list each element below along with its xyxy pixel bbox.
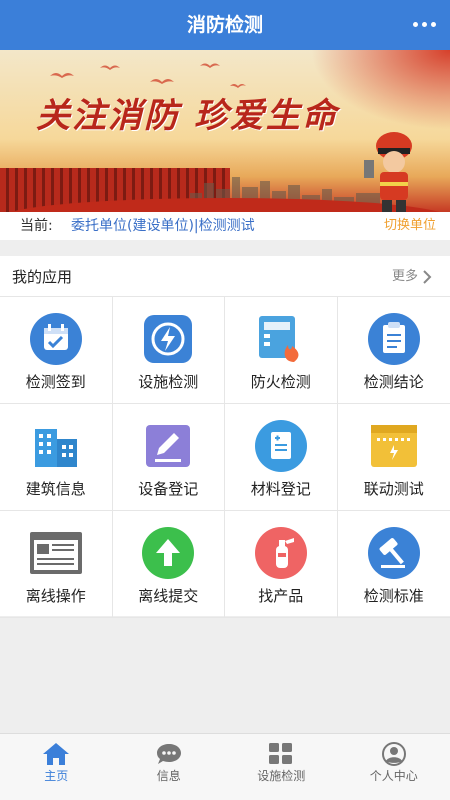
app-label: 检测标准 (363, 587, 424, 605)
app-label: 材料登记 (250, 480, 311, 498)
control-panel-icon (366, 420, 422, 472)
clipboard-icon (366, 313, 422, 365)
current-unit-bar: 当前: 委托单位(建设单位)|检测测试 切换单位 (0, 212, 450, 240)
bottom-tab-bar: 主页 信息 设施检测 个人中心 (0, 733, 450, 800)
app-label: 设备登记 (138, 480, 199, 498)
tab-home[interactable]: 主页 (0, 734, 113, 800)
promo-banner[interactable]: 关注消防 珍爱生命 (0, 50, 450, 212)
app-header: 消防检测 (0, 0, 450, 50)
app-item-device-register[interactable]: 设备登记 (112, 404, 225, 511)
app-item-building-info[interactable]: 建筑信息 (0, 404, 113, 511)
firefighter-mascot-icon (364, 132, 412, 212)
gavel-icon (366, 527, 422, 579)
fire-panel-icon (253, 313, 309, 365)
browser-window-icon (28, 527, 84, 579)
building-icon (28, 420, 84, 472)
app-label: 离线提交 (138, 587, 199, 605)
tab-label: 个人中心 (369, 769, 418, 783)
app-item-conclusion[interactable]: 检测结论 (337, 297, 450, 404)
tab-label: 主页 (44, 769, 69, 783)
app-item-offline-operation[interactable]: 离线操作 (0, 511, 113, 618)
chat-bubble-icon (156, 744, 181, 764)
app-item-offline-submit[interactable]: 离线提交 (112, 511, 225, 618)
app-label: 检测签到 (25, 373, 86, 391)
app-label: 找产品 (258, 587, 304, 605)
apps-grid: 检测签到 设施检测 防火检测 检测结论 建筑信息 设备登记 材料登记 联动测试 … (0, 296, 450, 618)
tab-facility-check[interactable]: 设施检测 (225, 734, 338, 800)
switch-unit-button[interactable]: 切换单位 (384, 212, 436, 240)
pencil-edit-icon (140, 420, 196, 472)
page-title: 消防检测 (186, 14, 263, 36)
app-item-standards[interactable]: 检测标准 (337, 511, 450, 618)
more-apps-label: 更多 (391, 269, 418, 284)
upload-arrow-icon (140, 527, 196, 579)
app-item-find-product[interactable]: 找产品 (225, 511, 338, 618)
banner-slogan: 关注消防 珍爱生命 (36, 96, 338, 136)
document-add-icon (253, 420, 309, 472)
app-label: 联动测试 (363, 480, 424, 498)
fire-extinguisher-icon (253, 527, 309, 579)
tab-label: 设施检测 (257, 769, 306, 783)
more-dots-icon[interactable] (413, 22, 436, 27)
calendar-check-icon (28, 313, 84, 365)
more-apps-link[interactable]: 更多 (392, 256, 432, 298)
app-label: 设施检测 (138, 373, 199, 391)
apps-title: 我的应用 (12, 268, 73, 286)
apps-header: 我的应用 更多 (0, 256, 450, 296)
current-label: 当前: (20, 218, 53, 234)
app-item-fire-check[interactable]: 防火检测 (225, 297, 338, 404)
tab-messages[interactable]: 信息 (113, 734, 226, 800)
chevron-right-icon (423, 270, 432, 284)
app-item-check-in[interactable]: 检测签到 (0, 297, 113, 404)
app-item-material-register[interactable]: 材料登记 (225, 404, 338, 511)
current-unit-name[interactable]: 委托单位(建设单位)|检测测试 (71, 212, 255, 240)
my-apps-section: 我的应用 更多 检测签到 设施检测 防火检测 检测结论 建筑信息 设备登记 材料… (0, 256, 450, 618)
tab-label: 信息 (156, 769, 181, 783)
app-label: 建筑信息 (25, 480, 86, 498)
app-label: 离线操作 (25, 587, 86, 605)
home-icon (43, 743, 70, 765)
app-label: 防火检测 (250, 373, 311, 391)
grid-icon (269, 743, 293, 764)
app-item-facility-check[interactable]: 设施检测 (112, 297, 225, 404)
tab-profile[interactable]: 个人中心 (338, 734, 450, 800)
lightning-icon (140, 313, 196, 365)
user-icon (381, 742, 406, 766)
app-item-linkage-test[interactable]: 联动测试 (337, 404, 450, 511)
app-label: 检测结论 (363, 373, 424, 391)
